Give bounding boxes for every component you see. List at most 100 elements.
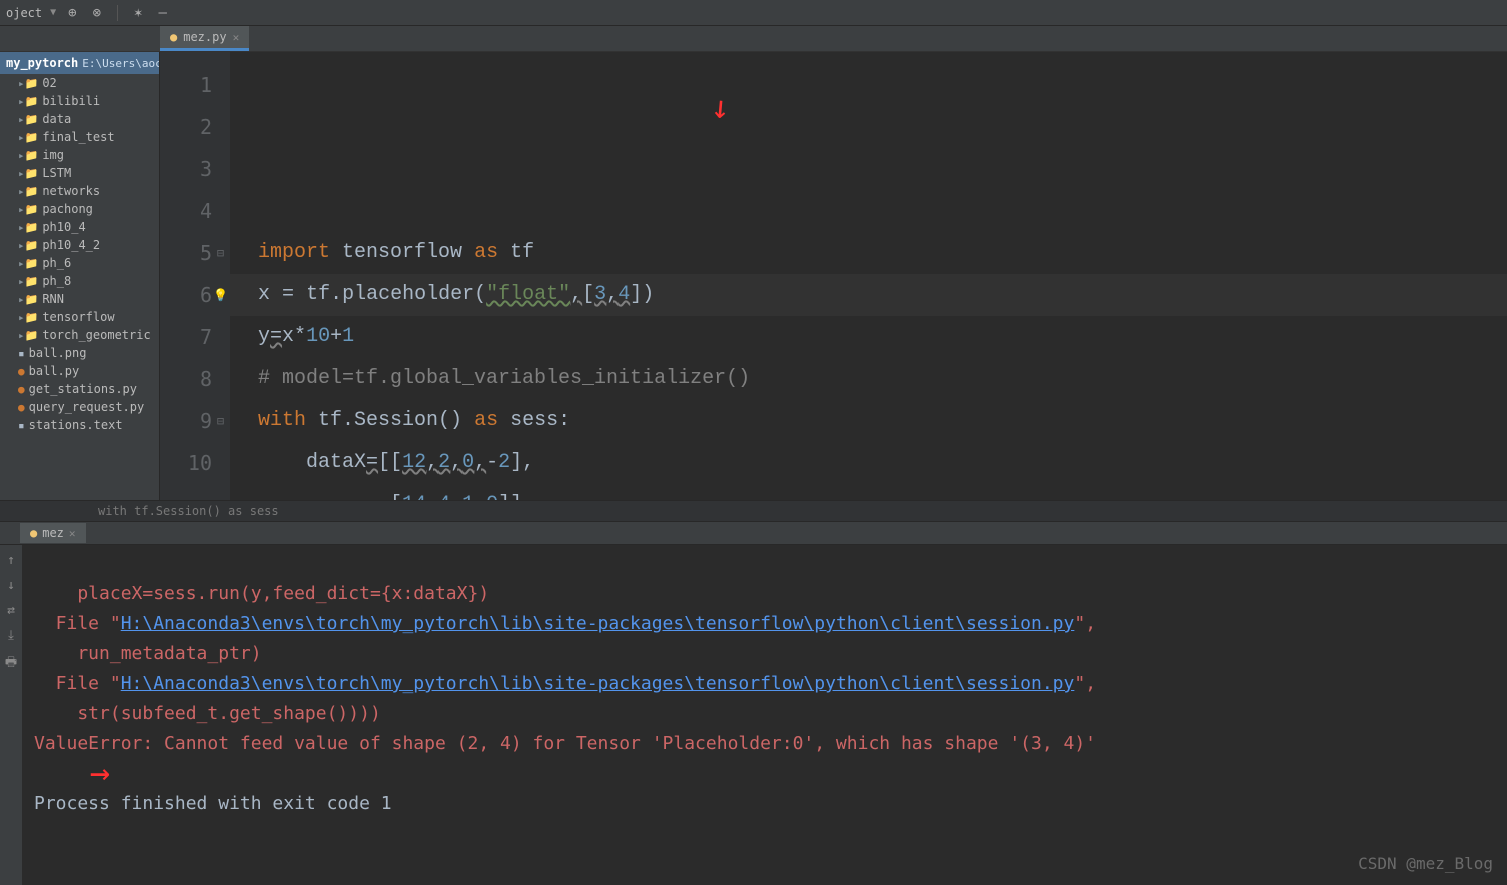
tree-item-torch-geometric[interactable]: ▸📁torch_geometric: [0, 326, 159, 344]
collapse-icon[interactable]: ⊕: [64, 3, 80, 23]
tree-item-label: ball.py: [29, 364, 80, 378]
main-split: my_pytorch E:\Users\aoc\Py ▸📁02▸📁bilibil…: [0, 52, 1507, 500]
folder-icon: ▸📁: [18, 203, 38, 216]
tree-item-02[interactable]: ▸📁02: [0, 74, 159, 92]
tree-item-label: pachong: [42, 202, 93, 216]
tree-item-get-stations-py[interactable]: ●get_stations.py: [0, 380, 159, 398]
line-number: 9: [160, 400, 212, 442]
close-icon[interactable]: ✕: [69, 527, 76, 540]
console-toolbar: ↑ ↓ ⇄ ⤓ 🖶: [0, 545, 22, 885]
watermark: CSDN @mez_Blog: [1358, 849, 1493, 879]
main-toolbar: oject ▼ ⊕ ⊗ ✶ —: [0, 0, 1507, 26]
tree-item-img[interactable]: ▸📁img: [0, 146, 159, 164]
tree-item-label: ph_6: [42, 256, 71, 270]
folder-icon: ▸📁: [18, 113, 38, 126]
folder-icon: ▸📁: [18, 329, 38, 342]
console-line: str(subfeed_t.get_shape()))): [34, 703, 381, 724]
print-icon[interactable]: 🖶: [5, 653, 17, 675]
error-message: ValueError: Cannot feed value of shape (…: [34, 733, 1096, 754]
code-editor[interactable]: 12345678910 ⊟ 💡 ⊟ ↙ import tensorflow as…: [160, 52, 1507, 500]
tree-item-ph10-4-2[interactable]: ▸📁 ph10_4_2: [0, 236, 159, 254]
file-link[interactable]: H:\Anaconda3\envs\torch\my_pytorch\lib\s…: [121, 613, 1075, 634]
hide-icon[interactable]: —: [154, 3, 170, 23]
tree-item-label: ball.png: [29, 346, 87, 360]
run-tab-label: mez: [42, 526, 64, 540]
tree-item-label: img: [42, 148, 64, 162]
project-root-name: my_pytorch: [6, 56, 78, 70]
tree-item-label: stations.text: [29, 418, 123, 432]
folder-icon: ▸📁: [18, 239, 38, 252]
export-icon[interactable]: ⤓: [8, 628, 14, 643]
file-icon: ▪: [18, 347, 25, 360]
soft-wrap-icon[interactable]: ⇄: [7, 603, 15, 618]
python-run-icon: ●: [30, 526, 37, 540]
run-tab-mez[interactable]: ● mez ✕: [20, 523, 86, 543]
tree-item-rnn[interactable]: ▸📁 RNN: [0, 290, 159, 308]
tree-item-label: tensorflow: [42, 310, 114, 324]
tree-item-label: LSTM: [42, 166, 71, 180]
down-icon[interactable]: ↓: [7, 578, 15, 593]
python-file-icon: ●: [170, 30, 177, 44]
tree-item-ball-png[interactable]: ▪ ball.png: [0, 344, 159, 362]
exit-code-line: Process finished with exit code 1: [34, 793, 392, 814]
tree-item-lstm[interactable]: ▸📁 LSTM: [0, 164, 159, 182]
tree-item-ph10-4[interactable]: ▸📁 ph10_4: [0, 218, 159, 236]
tree-item-bilibili[interactable]: ▸📁 bilibili: [0, 92, 159, 110]
folder-icon: ▸📁: [18, 77, 38, 90]
tree-item-label: ph10_4: [42, 220, 85, 234]
tree-item-label: bilibili: [42, 94, 100, 108]
tab-label: mez.py: [183, 30, 226, 44]
tree-item-label: networks: [42, 184, 100, 198]
gear-icon[interactable]: ✶: [130, 3, 146, 23]
project-selector[interactable]: oject: [6, 6, 42, 20]
tree-item-label: RNN: [42, 292, 64, 306]
tree-item-tensorflow[interactable]: ▸📁tensorflow: [0, 308, 159, 326]
tree-item-label: query_request.py: [29, 400, 145, 414]
tree-item-label: ph10_4_2: [42, 238, 100, 252]
line-number: 6: [160, 274, 212, 316]
tree-item-final-test[interactable]: ▸📁 final_test: [0, 128, 159, 146]
line-number: 1: [160, 64, 212, 106]
tree-item-ball-py[interactable]: ● ball.py: [0, 362, 159, 380]
file-icon: ▪: [18, 419, 25, 432]
tree-item-label: data: [42, 112, 71, 126]
line-number: 3: [160, 148, 212, 190]
annotation-arrow-icon: ↗: [84, 754, 120, 790]
tab-mez-py[interactable]: ● mez.py ✕: [160, 26, 249, 51]
folder-icon: ▸📁: [18, 257, 38, 270]
console-output[interactable]: placeX=sess.run(y,feed_dict={x:dataX}) F…: [22, 545, 1507, 885]
console-line: placeX=sess.run(y,feed_dict={x:dataX}): [34, 583, 489, 604]
tree-item-networks[interactable]: ▸📁networks: [0, 182, 159, 200]
line-number: 7: [160, 316, 212, 358]
separator: [117, 5, 118, 21]
run-console: ↑ ↓ ⇄ ⤓ 🖶 placeX=sess.run(y,feed_dict={x…: [0, 545, 1507, 885]
close-icon[interactable]: ✕: [233, 31, 240, 44]
line-number: 5: [160, 232, 212, 274]
tree-item-data[interactable]: ▸📁 data: [0, 110, 159, 128]
line-number: 2: [160, 106, 212, 148]
folder-icon: ▸📁: [18, 167, 38, 180]
chevron-down-icon[interactable]: ▼: [50, 7, 56, 18]
folder-icon: ▸📁: [18, 293, 38, 306]
folder-icon: ▸📁: [18, 95, 38, 108]
tree-item-query-request-py[interactable]: ●query_request.py: [0, 398, 159, 416]
project-tree[interactable]: my_pytorch E:\Users\aoc\Py ▸📁02▸📁bilibil…: [0, 52, 160, 500]
python-file-icon: ●: [18, 365, 25, 378]
line-number: 4: [160, 190, 212, 232]
breadcrumb: with tf.Session() as sess: [0, 500, 1507, 521]
tree-item-label: ph_8: [42, 274, 71, 288]
up-icon[interactable]: ↑: [7, 553, 15, 568]
folder-icon: ▸📁: [18, 221, 38, 234]
folder-icon: ▸📁: [18, 131, 38, 144]
code-content[interactable]: ↙ import tensorflow as tf x = tf.placeho…: [230, 52, 1507, 500]
tree-item-ph-8[interactable]: ▸📁ph_8: [0, 272, 159, 290]
lightbulb-icon[interactable]: 💡: [213, 274, 228, 316]
tree-item-stations-text[interactable]: ▪ stations.text: [0, 416, 159, 434]
locate-icon[interactable]: ⊗: [89, 3, 105, 23]
console-line: File "H:\Anaconda3\envs\torch\my_pytorch…: [34, 613, 1096, 634]
project-root[interactable]: my_pytorch E:\Users\aoc\Py: [0, 52, 159, 74]
file-link[interactable]: H:\Anaconda3\envs\torch\my_pytorch\lib\s…: [121, 673, 1075, 694]
tree-item-pachong[interactable]: ▸📁 pachong: [0, 200, 159, 218]
tree-item-ph-6[interactable]: ▸📁 ph_6: [0, 254, 159, 272]
tree-item-label: final_test: [42, 130, 114, 144]
